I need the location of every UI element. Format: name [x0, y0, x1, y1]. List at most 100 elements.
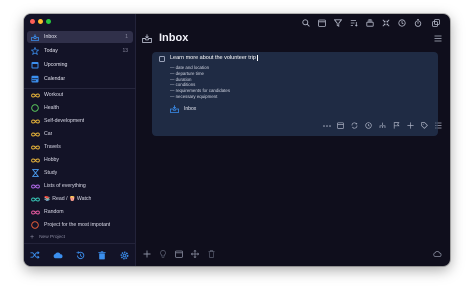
task-notes[interactable]: — date and location — departure time — d…: [170, 65, 230, 100]
calendar-icon[interactable]: [317, 18, 327, 28]
project-label: Workout: [44, 92, 64, 98]
infinity-icon: [30, 145, 40, 150]
search-icon[interactable]: [301, 18, 311, 28]
repeat-icon[interactable]: [350, 121, 359, 130]
shuffle-icon[interactable]: [29, 249, 41, 261]
task-title-input[interactable]: Learn more about the volunteer trip: [170, 55, 258, 61]
project-self-development[interactable]: Self-development: [27, 115, 133, 127]
sidebar-item-calendar[interactable]: Calendar: [27, 73, 133, 85]
minimize-window-button[interactable]: [38, 19, 43, 24]
stack-icon[interactable]: [365, 18, 375, 28]
sidebar-item-inbox[interactable]: Inbox 1: [27, 31, 133, 43]
trash-icon[interactable]: [206, 249, 216, 259]
task-card[interactable]: Learn more about the volunteer trip — da…: [152, 52, 442, 136]
project-car[interactable]: Car: [27, 128, 133, 140]
project-read-watch[interactable]: 📚 Read / 🍿 Watch: [27, 193, 133, 205]
infinity-icon: [30, 210, 40, 215]
window-controls: [30, 19, 51, 24]
date-icon[interactable]: [336, 121, 345, 130]
hourglass-icon: [30, 169, 40, 177]
filter-icon[interactable]: [333, 18, 343, 28]
project-label-text: Read / 🍿 Watch: [52, 196, 92, 202]
inbox-icon: [170, 105, 179, 113]
flag-icon[interactable]: [392, 121, 401, 130]
add-icon[interactable]: [142, 249, 152, 259]
tag-icon[interactable]: [420, 121, 429, 130]
project-lists-of-everything[interactable]: Lists of everything: [27, 180, 133, 192]
cloud-icon[interactable]: [52, 249, 64, 261]
project-study[interactable]: Study: [27, 167, 133, 179]
note-line: — necessary equipment: [170, 93, 218, 99]
sidebar-item-today[interactable]: Today 13: [27, 45, 133, 57]
infinity-icon: [30, 93, 40, 98]
project-label: 📚 Read / 🍿 Watch: [44, 196, 91, 202]
cloud-icon[interactable]: [432, 249, 442, 259]
move-icon[interactable]: [190, 249, 200, 259]
sidebar-item-label: Upcoming: [44, 62, 68, 68]
infinity-icon: [30, 158, 40, 163]
calendar-icon: [30, 61, 40, 69]
trash-icon[interactable]: [96, 249, 108, 261]
circle-icon: [30, 221, 40, 229]
infinity-icon: [30, 119, 40, 124]
menu-icon[interactable]: [433, 33, 443, 43]
project-label: Hobby: [44, 157, 59, 163]
project-hobby[interactable]: Hobby: [27, 154, 133, 166]
task-list-selector[interactable]: Inbox: [170, 105, 196, 113]
alarm-icon[interactable]: [364, 121, 373, 130]
copy-icon[interactable]: [431, 18, 441, 28]
sidebar-item-count: 1: [125, 34, 128, 40]
more-icon[interactable]: [322, 121, 331, 130]
page-title: Inbox: [159, 32, 189, 44]
project-travels[interactable]: Travels: [27, 141, 133, 153]
project-label: Health: [44, 105, 59, 111]
page-header: Inbox: [142, 32, 188, 44]
task-list-label: Inbox: [184, 106, 197, 112]
project-random[interactable]: Random: [27, 206, 133, 218]
new-project-button[interactable]: + New Project: [30, 234, 65, 241]
inbox-icon: [142, 33, 152, 43]
infinity-icon: [30, 132, 40, 137]
project-label: Study: [44, 170, 58, 176]
project-label: Self-development: [44, 118, 85, 124]
collapse-icon[interactable]: [381, 18, 391, 28]
calendar-grid-icon: [30, 75, 40, 83]
sidebar-item-count: 13: [122, 48, 128, 54]
lightbulb-icon[interactable]: [158, 249, 168, 259]
inbox-icon: [30, 33, 40, 41]
new-project-label: New Project: [39, 235, 65, 240]
star-icon: [30, 47, 40, 55]
project-most-important[interactable]: Project for the most impotant: [27, 219, 133, 231]
checklist-icon[interactable]: [434, 121, 443, 130]
sidebar: Inbox 1 Today 13 Upcoming Calendar Worko…: [24, 14, 136, 266]
books-emoji: 📚: [44, 196, 51, 202]
infinity-icon: [30, 197, 40, 202]
project-label: Lists of everything: [44, 183, 86, 189]
task-actions: [322, 121, 443, 130]
history-icon[interactable]: [74, 249, 86, 261]
sort-icon[interactable]: [349, 18, 359, 28]
move-icon[interactable]: [406, 121, 415, 130]
calendar-icon[interactable]: [174, 249, 184, 259]
sidebar-item-label: Calendar: [44, 76, 66, 82]
close-window-button[interactable]: [30, 19, 35, 24]
sidebar-toolbar: [24, 243, 136, 266]
task-checkbox[interactable]: [159, 56, 165, 62]
circle-icon: [30, 104, 40, 112]
clock-icon[interactable]: [397, 18, 407, 28]
project-workout[interactable]: Workout: [27, 89, 133, 101]
sidebar-item-upcoming[interactable]: Upcoming: [27, 59, 133, 71]
sidebar-item-label: Inbox: [44, 34, 57, 40]
plus-icon: +: [30, 234, 35, 241]
bottom-toolbar: [136, 243, 450, 266]
zoom-window-button[interactable]: [46, 19, 51, 24]
sidebar-item-label: Today: [44, 48, 58, 54]
subtask-icon[interactable]: [378, 121, 387, 130]
project-label: Travels: [44, 144, 61, 150]
app-window: Inbox 1 Today 13 Upcoming Calendar Worko…: [24, 14, 450, 266]
settings-icon[interactable]: [118, 249, 130, 261]
timer-icon[interactable]: [413, 18, 423, 28]
infinity-icon: [30, 184, 40, 189]
project-label: Random: [44, 209, 64, 215]
project-health[interactable]: Health: [27, 102, 133, 114]
